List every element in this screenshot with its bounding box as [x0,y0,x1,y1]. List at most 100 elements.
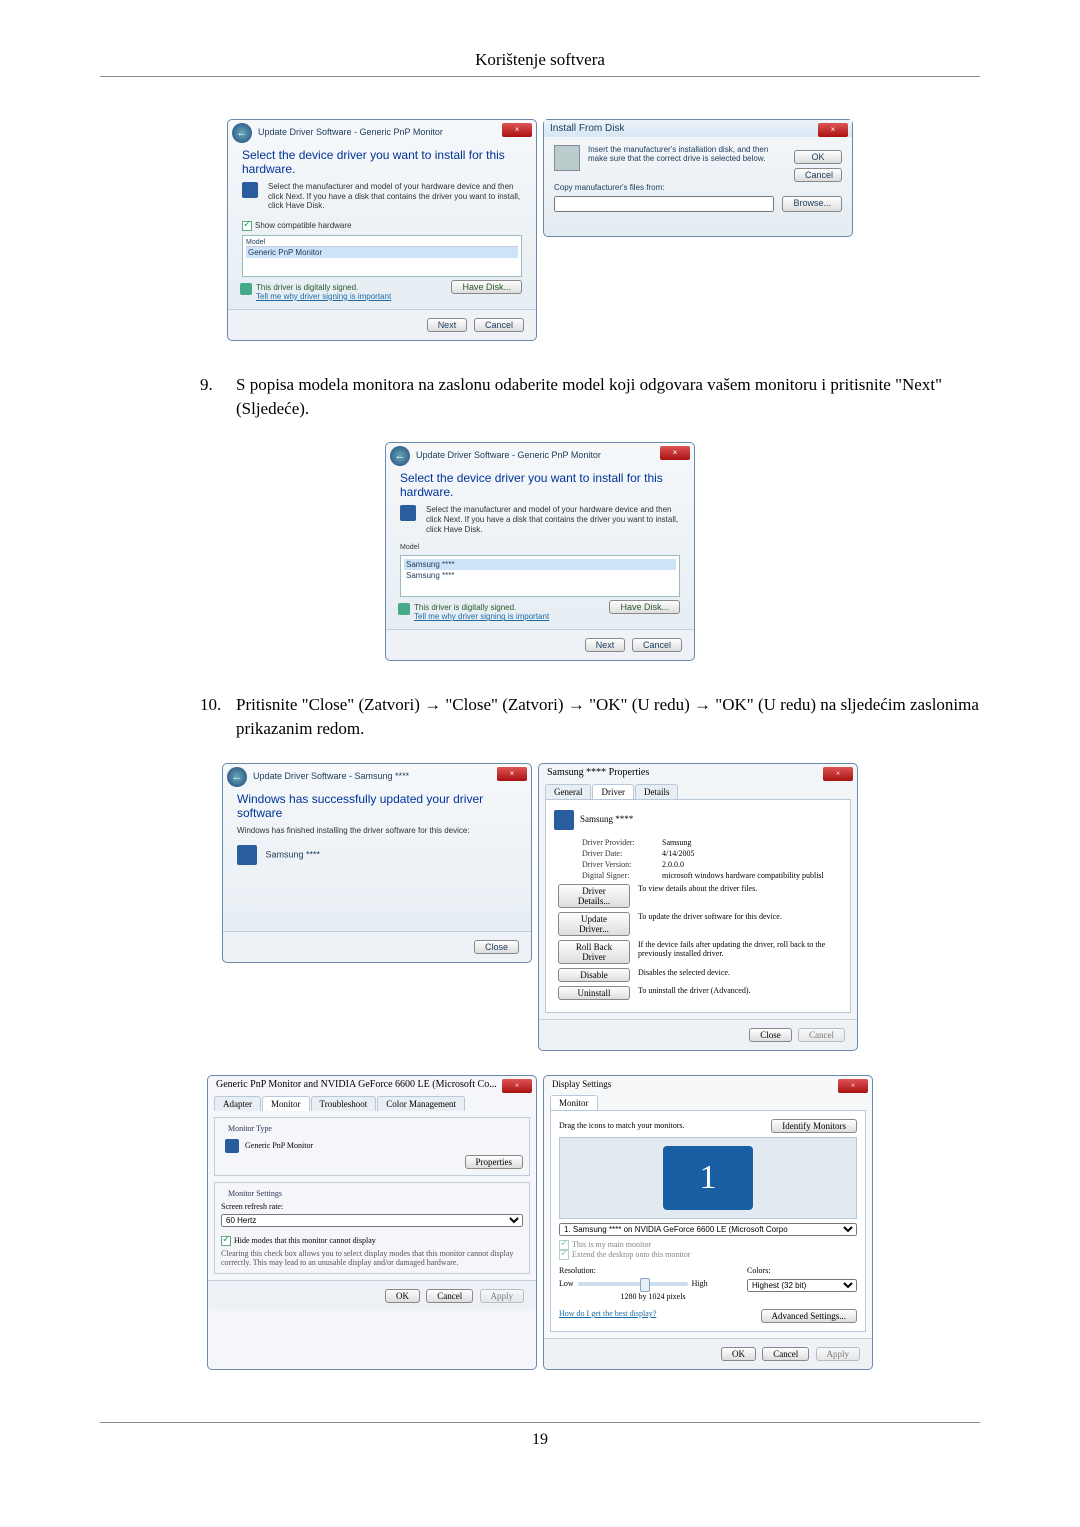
driver-wizard-1: × ← Update Driver Software - Generic PnP… [227,119,537,341]
driver-details-button[interactable]: Driver Details... [558,884,630,908]
path-input[interactable] [554,196,774,212]
next-button[interactable]: Next [427,318,468,332]
list-item[interactable]: Samsung **** [404,559,676,570]
monitor-icon [225,1139,239,1153]
close-icon[interactable]: × [502,1079,532,1093]
model-list[interactable]: Samsung **** Samsung **** [400,555,680,597]
identify-button[interactable]: Identify Monitors [771,1119,857,1133]
main-monitor-label: This is my main monitor [572,1240,651,1249]
tab-adapter[interactable]: Adapter [214,1096,261,1111]
signing-link[interactable]: Tell me why driver signing is important [414,612,549,621]
wizard-subtext: Select the manufacturer and model of you… [386,505,694,542]
disable-button[interactable]: Disable [558,968,630,982]
signer-value: microsoft windows hardware compatibility… [662,871,824,880]
date-label: Driver Date: [582,849,662,858]
compat-checkbox[interactable] [242,221,252,231]
tab-general[interactable]: General [545,784,591,799]
step-number: 9. [200,373,236,421]
wizard-heading: Select the device driver you want to ins… [386,467,694,505]
disable-desc: Disables the selected device. [630,968,842,982]
cancel-button: Cancel [798,1028,845,1042]
ok-button[interactable]: OK [385,1289,420,1303]
uninstall-button[interactable]: Uninstall [558,986,630,1000]
next-button[interactable]: Next [585,638,626,652]
hide-modes-checkbox[interactable] [221,1236,231,1246]
date-value: 4/14/2005 [662,849,694,858]
tab-troubleshoot[interactable]: Troubleshoot [311,1096,377,1111]
back-icon[interactable]: ← [227,767,247,787]
rollback-desc: If the device fails after updating the d… [630,940,842,964]
extend-label: Extend the desktop onto this monitor [572,1250,690,1259]
tab-details[interactable]: Details [635,784,679,799]
slider-low: Low [559,1279,574,1288]
driver-properties-dialog: Samsung **** Properties× General Driver … [538,763,858,1051]
colors-label: Colors: [747,1266,857,1275]
monitor-select[interactable]: 1. Samsung **** on NVIDIA GeForce 6600 L… [559,1223,857,1236]
cancel-button[interactable]: Cancel [762,1347,809,1361]
slider-high: High [692,1279,708,1288]
breadcrumb: Update Driver Software - Generic PnP Mon… [416,450,601,460]
close-icon[interactable]: × [818,123,848,137]
wizard-heading: Windows has successfully updated your dr… [223,788,531,826]
colors-select[interactable]: Highest (32 bit) [747,1279,857,1292]
resolution-slider[interactable] [578,1282,688,1286]
advanced-button[interactable]: Advanced Settings... [761,1309,858,1323]
tab-monitor[interactable]: Monitor [262,1096,310,1111]
display-settings-dialog: Display Settings× Monitor Drag the icons… [543,1075,873,1370]
properties-button[interactable]: Properties [465,1155,524,1169]
wizard-subtext: Select the manufacturer and model of you… [228,182,536,219]
have-disk-button[interactable]: Have Disk... [451,280,522,294]
details-desc: To view details about the driver files. [630,884,842,908]
close-icon[interactable]: × [838,1079,868,1093]
have-disk-button[interactable]: Have Disk... [609,600,680,614]
model-header: Model [386,542,694,553]
signer-label: Digital Signer: [582,871,662,880]
page-header: Korištenje softvera [475,50,605,69]
driver-wizard-2: × ← Update Driver Software - Generic PnP… [385,442,695,661]
close-icon[interactable]: × [823,767,853,781]
monitor-preview[interactable]: 1 [663,1146,753,1210]
page-number: 19 [100,1422,980,1449]
ok-button[interactable]: OK [721,1347,756,1361]
model-list[interactable]: Model Generic PnP Monitor [242,235,522,277]
wizard-subtext: Windows has finished installing the driv… [223,826,531,835]
step-text: Pritisnite "Close" (Zatvori) → "Close" (… [236,693,980,741]
device-icon [242,182,258,198]
list-item[interactable]: Samsung **** [404,570,676,581]
device-icon [237,845,257,865]
close-button[interactable]: Close [749,1028,792,1042]
signed-label: This driver is digitally signed. [414,603,516,612]
cancel-button[interactable]: Cancel [794,168,842,182]
ok-button[interactable]: OK [794,150,842,164]
version-label: Driver Version: [582,860,662,869]
best-display-link[interactable]: How do I get the best display? [559,1309,656,1323]
tab-driver[interactable]: Driver [592,784,634,799]
list-item[interactable]: Generic PnP Monitor [246,247,518,258]
tab-color[interactable]: Color Management [377,1096,465,1111]
version-value: 2.0.0.0 [662,860,684,869]
back-icon[interactable]: ← [390,446,410,466]
floppy-icon [554,145,580,171]
browse-button[interactable]: Browse... [782,196,842,212]
cancel-button[interactable]: Cancel [426,1289,473,1303]
monitor-type-label: Monitor Type [225,1124,275,1133]
slider-thumb[interactable] [640,1278,650,1292]
refresh-label: Screen refresh rate: [221,1202,523,1211]
breadcrumb: Update Driver Software - Samsung **** [253,771,409,781]
breadcrumb: Update Driver Software - Generic PnP Mon… [258,127,443,137]
back-icon[interactable]: ← [232,123,252,143]
wizard-heading: Select the device driver you want to ins… [228,144,536,182]
tab-monitor[interactable]: Monitor [550,1095,598,1110]
provider-label: Driver Provider: [582,838,662,847]
driver-wizard-3: × ← Update Driver Software - Samsung ***… [222,763,532,963]
rollback-button[interactable]: Roll Back Driver [558,940,630,964]
close-button[interactable]: Close [474,940,519,954]
refresh-select[interactable]: 60 Hertz [221,1214,523,1227]
cancel-button[interactable]: Cancel [632,638,682,652]
drag-msg: Drag the icons to match your monitors. [559,1121,685,1130]
resolution-value: 1280 by 1024 pixels [559,1292,747,1301]
update-driver-button[interactable]: Update Driver... [558,912,630,936]
cancel-button[interactable]: Cancel [474,318,524,332]
signing-link[interactable]: Tell me why driver signing is important [256,292,391,301]
step-text: S popisa modela monitora na zaslonu odab… [236,373,980,421]
